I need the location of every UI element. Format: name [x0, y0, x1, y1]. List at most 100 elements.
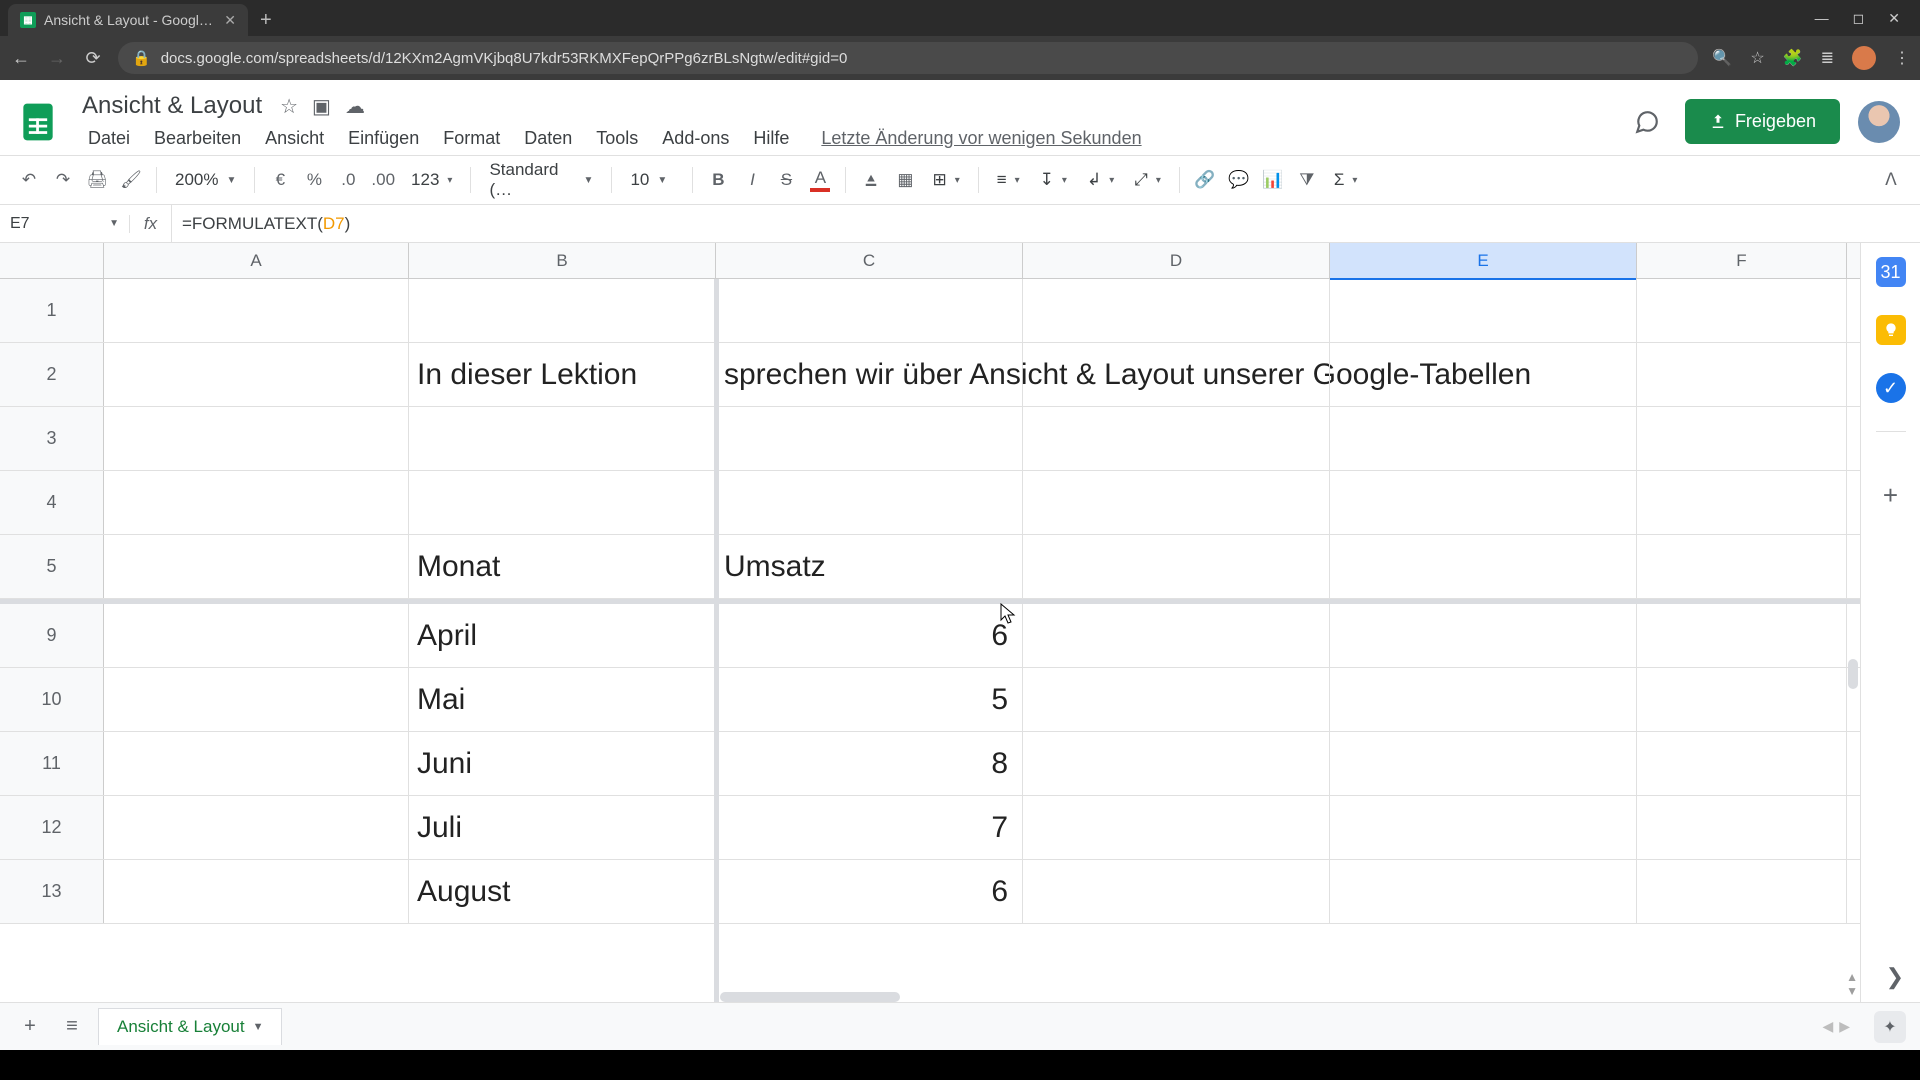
cell[interactable] — [1023, 535, 1330, 598]
cell[interactable] — [1637, 604, 1847, 667]
add-sheet-icon[interactable]: + — [14, 1011, 46, 1043]
spreadsheet-grid[interactable]: A B C D E F 1 — [0, 243, 1860, 1002]
sheets-logo[interactable] — [12, 96, 64, 148]
comment-history-icon[interactable] — [1627, 102, 1667, 142]
menu-tools[interactable]: Tools — [586, 124, 648, 153]
star-icon[interactable]: ☆ — [280, 94, 298, 119]
cell[interactable] — [716, 471, 1023, 534]
row-4[interactable]: 4 — [0, 471, 1860, 535]
cell[interactable]: April — [409, 604, 716, 667]
bold-icon[interactable]: B — [703, 162, 733, 198]
fill-color-icon[interactable] — [856, 162, 886, 198]
cell[interactable]: Monat — [409, 535, 716, 598]
undo-icon[interactable]: ↶ — [14, 162, 44, 198]
cell[interactable] — [1330, 535, 1637, 598]
print-icon[interactable]: 🖨 — [82, 162, 112, 198]
browser-tab[interactable]: ▦ Ansicht & Layout - Google Tabel ✕ — [8, 4, 248, 36]
comment-icon[interactable]: 💬 — [1224, 162, 1254, 198]
text-wrap-icon[interactable]: ↲▾ — [1079, 170, 1122, 190]
row-11[interactable]: 11 Juni 8 — [0, 732, 1860, 796]
filter-icon[interactable]: ⧩ — [1292, 162, 1322, 198]
menu-addons[interactable]: Add-ons — [652, 124, 739, 153]
cell[interactable] — [104, 860, 409, 923]
name-box[interactable]: E7 ▼ — [0, 215, 130, 233]
row-2[interactable]: 2 In dieser Lektion sprechen wir über An… — [0, 343, 1860, 407]
cell[interactable]: In dieser Lektion — [409, 343, 716, 406]
cell[interactable]: 5 — [716, 668, 1023, 731]
cell[interactable] — [716, 279, 1023, 342]
strikethrough-icon[interactable]: S — [771, 162, 801, 198]
cell[interactable] — [104, 407, 409, 470]
cell[interactable] — [1637, 279, 1847, 342]
row-header[interactable]: 3 — [0, 407, 104, 470]
menu-hilfe[interactable]: Hilfe — [743, 124, 799, 153]
menu-daten[interactable]: Daten — [514, 124, 582, 153]
row-header[interactable]: 1 — [0, 279, 104, 342]
redo-icon[interactable]: ↷ — [48, 162, 78, 198]
cell[interactable] — [1637, 407, 1847, 470]
decrease-decimal-icon[interactable]: .0 — [333, 162, 363, 198]
cell[interactable] — [1637, 732, 1847, 795]
frozen-column-divider[interactable] — [714, 279, 719, 1002]
col-header-f[interactable]: F — [1637, 243, 1847, 278]
functions-icon[interactable]: Σ▾ — [1326, 170, 1366, 190]
horizontal-align-icon[interactable]: ≡▾ — [989, 170, 1028, 190]
cell[interactable] — [104, 604, 409, 667]
cell[interactable] — [104, 343, 409, 406]
cell[interactable] — [1330, 343, 1637, 406]
cell[interactable] — [409, 407, 716, 470]
cell[interactable] — [1330, 471, 1637, 534]
row-3[interactable]: 3 — [0, 407, 1860, 471]
account-avatar[interactable] — [1858, 101, 1900, 143]
maximize-icon[interactable]: ◻ — [1853, 10, 1865, 27]
close-tab-icon[interactable]: ✕ — [224, 12, 236, 29]
menu-format[interactable]: Format — [433, 124, 510, 153]
forward-icon[interactable]: → — [46, 48, 68, 69]
cell[interactable] — [1023, 860, 1330, 923]
all-sheets-icon[interactable]: ≡ — [56, 1011, 88, 1043]
cell[interactable] — [1023, 471, 1330, 534]
calendar-icon[interactable]: 31 — [1876, 257, 1906, 287]
insert-chart-icon[interactable]: 📊 — [1258, 162, 1288, 198]
cell[interactable]: 7 — [716, 796, 1023, 859]
reading-list-icon[interactable]: ≣ — [1821, 48, 1834, 68]
menu-bearbeiten[interactable]: Bearbeiten — [144, 124, 251, 153]
new-tab-button[interactable]: + — [248, 4, 284, 36]
cell[interactable] — [104, 471, 409, 534]
cell[interactable] — [1023, 732, 1330, 795]
move-icon[interactable]: ▣ — [312, 94, 331, 119]
number-format-select[interactable]: 123 ▾ — [403, 170, 460, 190]
italic-icon[interactable]: I — [737, 162, 767, 198]
row-header[interactable]: 13 — [0, 860, 104, 923]
col-header-b[interactable]: B — [409, 243, 716, 278]
vertical-align-icon[interactable]: ↧▾ — [1032, 170, 1075, 190]
explore-icon[interactable]: ✦ — [1874, 1011, 1906, 1043]
cell[interactable] — [1023, 279, 1330, 342]
select-all-corner[interactable] — [0, 243, 104, 278]
cell[interactable] — [1637, 860, 1847, 923]
chevron-down-icon[interactable]: ▼ — [253, 1021, 264, 1033]
cell[interactable] — [104, 535, 409, 598]
menu-ansicht[interactable]: Ansicht — [255, 124, 334, 153]
row-header[interactable]: 11 — [0, 732, 104, 795]
increase-decimal-icon[interactable]: .00 — [367, 162, 399, 198]
zoom-indicator-icon[interactable]: 🔍 — [1712, 48, 1732, 68]
cell[interactable] — [409, 279, 716, 342]
last-change-text[interactable]: Letzte Änderung vor wenigen Sekunden — [821, 128, 1141, 149]
add-addon-icon[interactable]: + — [1883, 480, 1898, 511]
font-family-select[interactable]: Standard (… ▼ — [481, 160, 601, 200]
cell[interactable]: Juni — [409, 732, 716, 795]
cell[interactable] — [1637, 535, 1847, 598]
cell[interactable] — [1023, 343, 1330, 406]
row-10[interactable]: 10 Mai 5 — [0, 668, 1860, 732]
row-header[interactable]: 4 — [0, 471, 104, 534]
profile-avatar-small[interactable] — [1852, 46, 1876, 70]
horizontal-scrollbar[interactable] — [720, 992, 900, 1002]
cloud-status-icon[interactable]: ☁ — [345, 94, 365, 119]
vertical-scrollbar[interactable]: ▲ ▼ — [1842, 279, 1860, 1002]
cell[interactable] — [1330, 407, 1637, 470]
extensions-icon[interactable]: 🧩 — [1783, 48, 1803, 68]
col-header-a[interactable]: A — [104, 243, 409, 278]
row-9[interactable]: 9 April 6 — [0, 604, 1860, 668]
text-color-icon[interactable]: A — [805, 162, 835, 198]
